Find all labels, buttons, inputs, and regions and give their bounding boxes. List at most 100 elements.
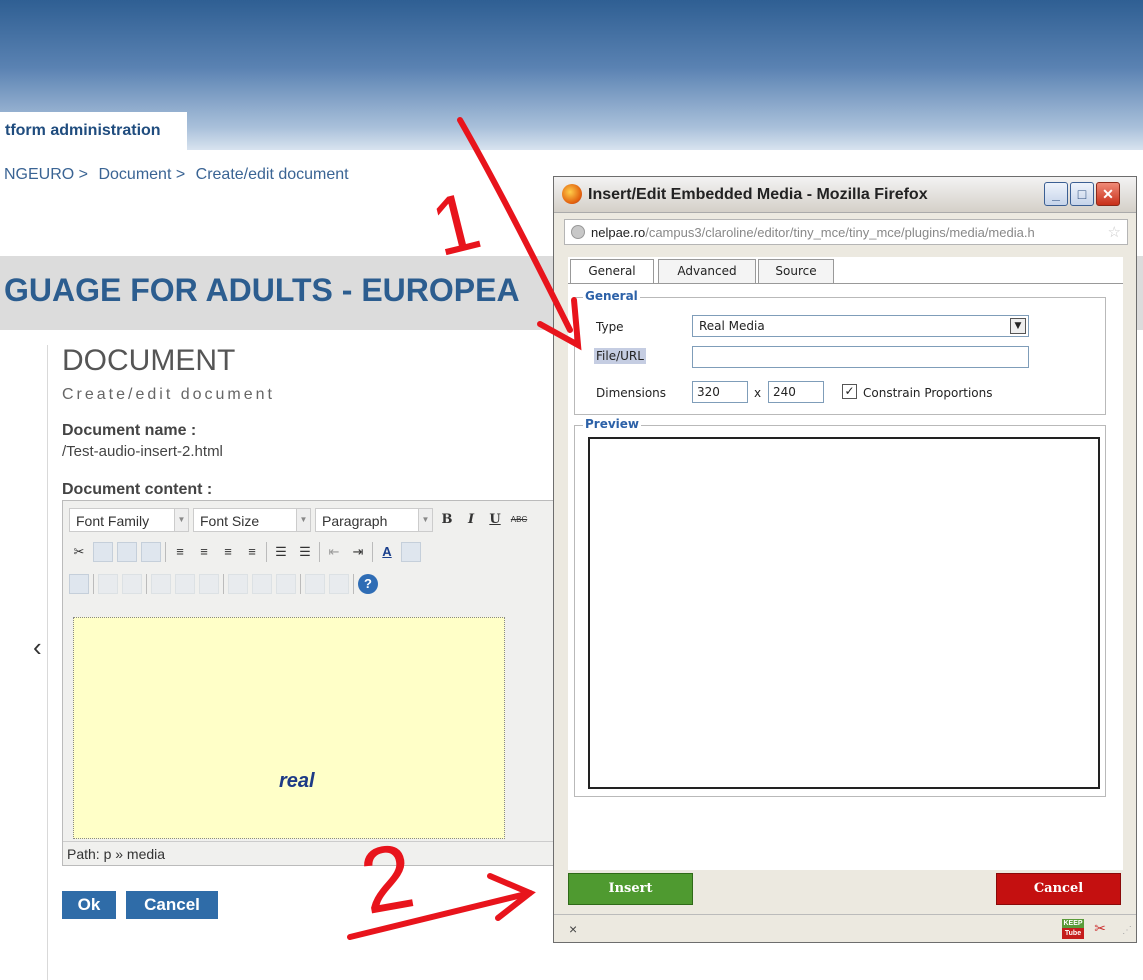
delete-col-icon[interactable] [252, 574, 272, 594]
table-props-icon[interactable] [122, 574, 142, 594]
tab-source[interactable]: Source [758, 259, 834, 283]
file-url-label: File/URL [594, 348, 646, 364]
row-props-icon[interactable] [151, 574, 171, 594]
maximize-icon[interactable]: □ [1070, 182, 1094, 206]
highlight-color-icon[interactable] [401, 542, 421, 562]
align-right-icon[interactable]: ≡ [218, 542, 238, 562]
arrow-2-head [487, 873, 536, 921]
merge-cells-icon[interactable] [276, 574, 296, 594]
text-color-icon[interactable]: A [377, 542, 397, 562]
bookmark-star-icon[interactable]: ☆ [1108, 223, 1121, 241]
document-name-value: /Test-audio-insert-2.html [62, 443, 223, 460]
dialog-cancel-button[interactable]: Cancel [996, 873, 1121, 905]
breadcrumb-item-course[interactable]: NGEURO > [4, 166, 88, 183]
tab-underline [568, 283, 1123, 284]
file-url-input[interactable] [692, 346, 1029, 368]
toolbar-separator [319, 542, 320, 562]
media-type-select[interactable]: Real Media ▼ [692, 315, 1029, 337]
width-input[interactable]: 320 [692, 381, 748, 403]
real-media-placeholder-icon[interactable]: real [279, 770, 315, 793]
insert-button[interactable]: Insert [568, 873, 693, 905]
toolbar-separator [266, 542, 267, 562]
help-icon[interactable]: ? [358, 574, 378, 594]
chevron-down-icon: ▼ [296, 509, 310, 531]
numbered-list-icon[interactable]: ☰ [295, 542, 315, 562]
delete-table-icon[interactable] [329, 574, 349, 594]
editor-content-area[interactable]: real [73, 617, 505, 839]
breadcrumb-item-create-edit[interactable]: Create/edit document [196, 166, 349, 183]
indent-icon[interactable]: ⇥ [348, 542, 368, 562]
globe-icon [571, 225, 585, 239]
cell-props-icon[interactable] [175, 574, 195, 594]
status-extension-icon[interactable]: ✂ [1094, 920, 1106, 937]
status-bar: × KEEP Tube ✂ ⋰ [554, 914, 1136, 942]
preview-legend: Preview [583, 417, 642, 431]
paste-word-icon[interactable] [141, 542, 161, 562]
annotation-arrow-2 [347, 873, 536, 940]
constrain-proportions-checkbox[interactable]: ✓ [842, 384, 857, 399]
chevron-down-icon: ▼ [418, 509, 432, 531]
split-cells-icon[interactable] [305, 574, 325, 594]
edit-source-icon[interactable] [69, 574, 89, 594]
italic-button[interactable]: I [461, 510, 481, 530]
tab-general[interactable]: General [570, 259, 654, 284]
platform-administration-tab[interactable]: tform administration [0, 112, 187, 150]
align-justify-icon[interactable]: ≡ [242, 542, 262, 562]
tab-advanced[interactable]: Advanced [658, 259, 756, 283]
breadcrumb-item-document[interactable]: Document > [98, 166, 185, 183]
url-host: nelpae.ro [591, 225, 646, 240]
underline-button[interactable]: U [485, 510, 505, 530]
paragraph-format-select[interactable]: Paragraph ▼ [315, 508, 433, 532]
editor-toolbar-row-2: ✂ ≡ ≡ ≡ ≡ ☰ ☰ ⇤ ⇥ A [69, 538, 421, 566]
insert-row-icon[interactable] [199, 574, 219, 594]
media-type-value: Real Media [699, 319, 765, 333]
embedded-media-dialog-window: Insert/Edit Embedded Media - Mozilla Fir… [553, 176, 1137, 943]
keeptube-icon[interactable]: KEEP Tube [1062, 919, 1084, 939]
editor-toolbar-row-3: ? [69, 570, 378, 598]
breadcrumb: NGEURO > Document > Create/edit document [4, 166, 355, 184]
toolbar-separator [223, 574, 224, 594]
align-center-icon[interactable]: ≡ [194, 542, 214, 562]
insert-col-icon[interactable] [228, 574, 248, 594]
paste-icon[interactable] [117, 542, 137, 562]
font-size-label: Font Size [200, 513, 260, 529]
window-titlebar[interactable]: Insert/Edit Embedded Media - Mozilla Fir… [554, 177, 1136, 213]
toolbar-separator [300, 574, 301, 594]
dimension-separator: x [754, 386, 762, 400]
close-icon[interactable]: ✕ [1096, 182, 1120, 206]
toolbar-separator [165, 542, 166, 562]
dialog-content: General Advanced Source General Type Rea… [568, 257, 1123, 870]
page-title: DOCUMENT [62, 344, 236, 377]
status-close-icon[interactable]: × [569, 921, 577, 937]
height-input[interactable]: 240 [768, 381, 824, 403]
toolbar-separator [93, 574, 94, 594]
editor-toolbar-row-1: Font Family ▼ Font Size ▼ Paragraph ▼ B … [69, 506, 529, 534]
table-icon[interactable] [98, 574, 118, 594]
cancel-button[interactable]: Cancel [126, 891, 218, 919]
toolbar-separator [146, 574, 147, 594]
constrain-proportions-label: Constrain Proportions [863, 386, 993, 400]
outdent-icon[interactable]: ⇤ [324, 542, 344, 562]
address-bar[interactable]: nelpae.ro/campus3/claroline/editor/tiny_… [564, 219, 1128, 245]
editor-path-bar: Path: p » media [63, 841, 581, 865]
font-family-select[interactable]: Font Family ▼ [69, 508, 189, 532]
paragraph-label: Paragraph [322, 513, 388, 529]
left-divider [47, 345, 48, 980]
collapse-chevron-icon[interactable]: ‹ [33, 632, 42, 663]
toolbar-separator [372, 542, 373, 562]
minimize-icon[interactable]: _ [1044, 182, 1068, 206]
ok-button[interactable]: Ok [62, 891, 116, 919]
strikethrough-button[interactable]: ABC [509, 510, 529, 530]
resize-grip-icon[interactable]: ⋰ [1122, 925, 1132, 936]
align-left-icon[interactable]: ≡ [170, 542, 190, 562]
arrow-2-lower-shaft [347, 890, 533, 940]
bullet-list-icon[interactable]: ☰ [271, 542, 291, 562]
copy-icon[interactable] [93, 542, 113, 562]
chevron-down-icon: ▼ [174, 509, 188, 531]
rich-text-editor: Font Family ▼ Font Size ▼ Paragraph ▼ B … [62, 500, 582, 866]
font-size-select[interactable]: Font Size ▼ [193, 508, 311, 532]
cut-icon[interactable]: ✂ [69, 542, 89, 562]
bold-button[interactable]: B [437, 510, 457, 530]
general-legend: General [583, 289, 640, 303]
document-content-label: Document content : [62, 481, 213, 498]
